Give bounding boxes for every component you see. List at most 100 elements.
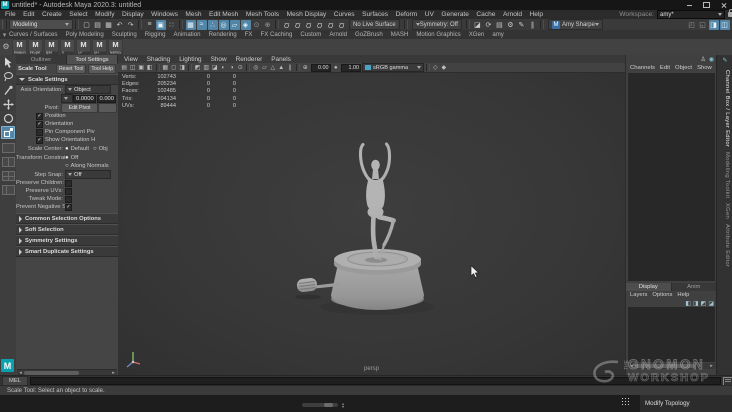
shadows-icon[interactable]: ∥ bbox=[286, 64, 295, 71]
options-menu[interactable]: Options bbox=[652, 292, 672, 298]
shelf-tab-rendering[interactable]: Rendering bbox=[209, 31, 237, 38]
player-scrub-thumb[interactable] bbox=[324, 403, 333, 407]
sphere-icon[interactable]: ◉ bbox=[709, 56, 714, 63]
axis-preset-dropdown[interactable] bbox=[60, 94, 73, 103]
viewport-menu-view[interactable]: View bbox=[124, 56, 138, 63]
shelf-tab-curves-surfaces[interactable]: Curves / Surfaces bbox=[9, 31, 57, 38]
reset-tool-button[interactable]: Reset Tool bbox=[55, 64, 87, 74]
shelf-button-swabox[interactable]: M swaBox bbox=[12, 39, 27, 56]
shelf-button-split[interactable]: M split bbox=[44, 39, 59, 56]
select-by-hierarchy-icon[interactable]: ≡ bbox=[145, 20, 155, 30]
menu-modify[interactable]: Modify bbox=[95, 11, 114, 18]
section-symmetry-settings[interactable]: Symmetry Settings bbox=[16, 235, 118, 246]
lock-camera-icon[interactable]: ◫ bbox=[129, 64, 138, 71]
axis-orientation-dropdown[interactable]: Object bbox=[65, 85, 111, 94]
lasso-tool-button[interactable] bbox=[1, 70, 15, 83]
move-layer-up-icon[interactable]: ◧ bbox=[685, 300, 691, 307]
gamma-field[interactable]: 1.00 bbox=[341, 63, 361, 72]
channel-box-list[interactable] bbox=[628, 73, 715, 281]
gate-mask-icon[interactable]: ◪ bbox=[211, 64, 220, 71]
snap-to-curves-icon[interactable]: ≈ bbox=[196, 19, 207, 30]
scroll-left-icon[interactable]: ◂ bbox=[628, 363, 635, 369]
shelf-tab-fx[interactable]: FX bbox=[245, 31, 253, 38]
tweak-mode-checkbox[interactable] bbox=[65, 195, 72, 203]
step-snap-dropdown[interactable]: Off bbox=[65, 170, 111, 179]
color-space-dropdown[interactable]: sRGB gamma bbox=[362, 63, 424, 72]
scale-center-default-radio[interactable]: ● bbox=[65, 146, 69, 152]
tab-modeling-toolkit[interactable]: Modeling Toolkit bbox=[720, 152, 730, 198]
viewport-menu-shading[interactable]: Shading bbox=[147, 56, 170, 63]
help-menu[interactable]: Help bbox=[677, 292, 689, 298]
contrast-icon[interactable]: ● bbox=[332, 65, 341, 71]
workspace-lock-icon[interactable] bbox=[728, 9, 732, 17]
snap-to-projected-center-icon[interactable]: ◎ bbox=[218, 19, 229, 30]
menu-windows[interactable]: Windows bbox=[151, 11, 178, 18]
edit-pivot-button[interactable]: Edit Pivot bbox=[61, 102, 99, 113]
object-menu[interactable]: Object bbox=[675, 65, 692, 71]
layout-single-pane-button[interactable] bbox=[1, 143, 15, 153]
snap-to-grid-icon[interactable]: ▦ bbox=[185, 19, 196, 30]
shelf-tab-rigging[interactable]: Rigging bbox=[145, 31, 166, 38]
render-settings-icon[interactable]: ⚙ bbox=[505, 20, 515, 30]
snap-magnet-center-icon[interactable]: Ω bbox=[337, 20, 347, 30]
prevent-negative-scale-checkbox[interactable]: ✓ bbox=[65, 203, 72, 211]
shelf-tab-custom[interactable]: Custom bbox=[300, 31, 321, 38]
layer-editor-hscrollbar[interactable]: ◂ ▸ bbox=[628, 363, 715, 369]
scale-y-field[interactable]: 0.000 bbox=[96, 94, 116, 103]
viewport-menu-show[interactable]: Show bbox=[211, 56, 227, 63]
shelf-collapse-icon[interactable]: ▾ bbox=[1, 30, 9, 40]
viewport-menu-renderer[interactable]: Renderer bbox=[236, 56, 263, 63]
shelf-tab-arnold[interactable]: Arnold bbox=[329, 31, 347, 38]
symmetry-dropdown[interactable]: Symmetry: Off bbox=[411, 19, 462, 30]
tab-xgen[interactable]: XGen bbox=[720, 203, 730, 219]
tab-outliner[interactable]: Outliner bbox=[16, 55, 67, 64]
grease-pencil-icon[interactable]: ◨ bbox=[178, 64, 187, 71]
shelf-button-intsplit[interactable]: M intSplit bbox=[28, 39, 43, 56]
menuset-dropdown[interactable]: Modeling bbox=[9, 19, 73, 30]
menu-cache[interactable]: Cache bbox=[476, 11, 495, 18]
shelf-button-ft[interactable]: M fT bbox=[60, 39, 75, 56]
ipr-render-icon[interactable]: ⟳ bbox=[483, 20, 493, 30]
scroll-right-icon[interactable]: ▸ bbox=[708, 363, 715, 369]
layout-two-pane-button[interactable] bbox=[1, 157, 15, 167]
shelf-button-names[interactable]: M NameS bbox=[108, 39, 123, 56]
preserve-children-checkbox[interactable] bbox=[65, 179, 72, 187]
select-by-component-icon[interactable]: ∷ bbox=[167, 20, 177, 30]
shelf-tab-poly-modeling[interactable]: Poly Modeling bbox=[65, 31, 103, 38]
player-scrub-widget[interactable]: ▴ ▾ bbox=[302, 402, 344, 409]
shelf-tab-sculpting[interactable]: Sculpting bbox=[112, 31, 137, 38]
save-scene-icon[interactable]: ▦ bbox=[104, 20, 114, 30]
layers-menu[interactable]: Layers bbox=[630, 292, 647, 298]
image-plane-icon[interactable]: ▦ bbox=[161, 64, 170, 71]
undo-icon[interactable]: ↶ bbox=[115, 20, 125, 30]
shelf-tab-motion-graphics[interactable]: Motion Graphics bbox=[416, 31, 460, 38]
bookmarks-icon[interactable]: ◧ bbox=[146, 64, 155, 71]
field-chart-icon[interactable]: ◐ bbox=[219, 65, 228, 71]
scale-tool-button[interactable] bbox=[1, 126, 15, 139]
wireframe-icon[interactable]: ◎ bbox=[252, 64, 261, 71]
snap-magnet-plane-icon[interactable]: Ω bbox=[315, 20, 325, 30]
layout-four-pane-button[interactable] bbox=[1, 171, 15, 181]
paint-effects-icon[interactable]: ✎ bbox=[516, 20, 526, 30]
open-scene-icon[interactable]: ▤ bbox=[93, 20, 103, 30]
render-frame-icon[interactable]: ◪ bbox=[472, 20, 482, 30]
viewport-canvas[interactable]: Verts: 102743 0 0 Edges: 205234 0 0 Face… bbox=[118, 73, 625, 375]
menu-arnold[interactable]: Arnold bbox=[503, 11, 522, 18]
snap-magnet-grid-icon[interactable]: Ω bbox=[282, 20, 292, 30]
move-tool-button[interactable] bbox=[1, 98, 15, 111]
menu-generate[interactable]: Generate bbox=[441, 11, 469, 18]
character-set-icon[interactable]: ♙ bbox=[700, 56, 705, 63]
2d-pan-zoom-icon[interactable]: ◻ bbox=[170, 64, 179, 71]
layer-tab-display[interactable]: Display bbox=[626, 283, 672, 291]
select-by-object-icon[interactable]: ▣ bbox=[155, 19, 166, 30]
scene-music-box-dancer[interactable] bbox=[118, 73, 625, 375]
select-tool-button[interactable] bbox=[1, 56, 15, 69]
tool-help-button[interactable]: Tool Help bbox=[88, 64, 116, 74]
film-gate-icon[interactable]: ◩ bbox=[194, 64, 203, 71]
menu-surfaces[interactable]: Surfaces bbox=[362, 11, 388, 18]
tab-channel-box-layer-editor[interactable]: Channel Box / Layer Editor bbox=[720, 70, 730, 147]
lock-selection-icon[interactable]: ⊙ bbox=[252, 20, 262, 30]
dancer-figure[interactable] bbox=[358, 142, 396, 263]
menu-uv[interactable]: UV bbox=[425, 11, 434, 18]
toggle-channel-box-icon[interactable]: ◫ bbox=[719, 19, 730, 30]
